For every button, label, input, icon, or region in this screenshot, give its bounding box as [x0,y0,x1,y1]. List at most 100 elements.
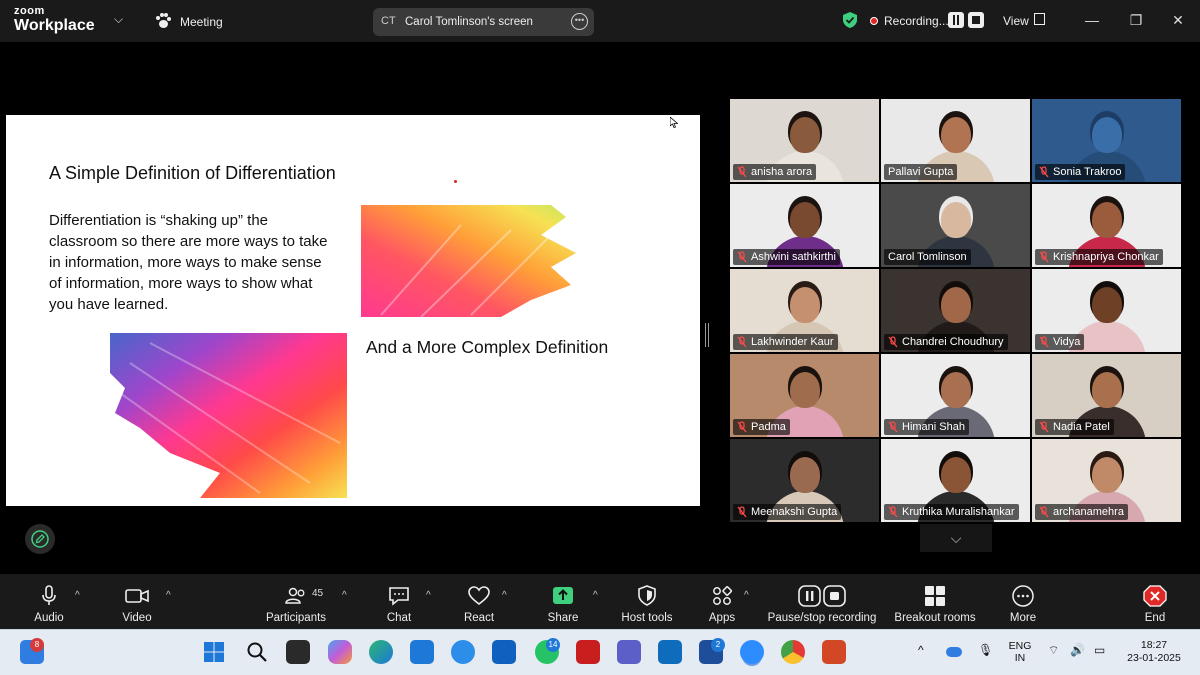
title-bar: zoom Workplace ⌵ Meeting CT Carol Tomlin… [0,0,1200,42]
participant-tile[interactable]: Chandrei Choudhury [881,269,1030,352]
shield-icon[interactable] [842,11,858,29]
zoom-taskbar-icon[interactable] [740,640,764,664]
participant-tile[interactable]: Ashwini sathkirthi [730,184,879,267]
participant-name-text: Lakhwinder Kaur [751,336,834,348]
apps-label: Apps [708,612,736,624]
minimize-icon[interactable]: — [1082,10,1102,30]
participants-button[interactable]: Participants [262,574,330,629]
meeting-label[interactable]: Meeting [180,15,223,29]
pause-stop-recording-button[interactable]: Pause/stop recording [764,574,880,629]
resize-handle[interactable] [705,323,709,347]
recording-dot-icon [870,17,878,25]
pause-recording-button[interactable] [948,12,964,28]
audio-options-caret[interactable]: ^ [75,590,80,601]
restore-icon[interactable]: ❐ [1126,10,1146,30]
view-label[interactable]: View [1003,14,1029,28]
participant-tile[interactable]: Himani Shah [881,354,1030,437]
share-options-caret[interactable]: ^ [593,590,598,601]
participant-name-text: Kruthika Muralishankar [902,506,1015,518]
mouse-cursor-icon [670,117,678,128]
apps-options-caret[interactable]: ^ [744,590,749,601]
outlook-new-icon[interactable] [658,640,682,664]
react-button[interactable]: React [456,574,502,629]
task-view-icon[interactable] [286,640,310,664]
host-tools-button[interactable]: Host tools [616,574,678,629]
participant-face [1092,372,1122,408]
chat-options-caret[interactable]: ^ [426,590,431,601]
paint-stroke-image-2 [110,333,347,498]
battery-icon[interactable]: ▭ [1094,643,1105,657]
participant-name: archanamehra [1035,504,1128,520]
participant-tile[interactable]: Nadia Patel [1032,354,1181,437]
mic-tray-icon[interactable]: 🎙 [978,643,993,657]
participant-name-text: Pallavi Gupta [888,166,954,178]
participant-tile[interactable]: Pallavi Gupta [881,99,1030,182]
chrome-icon[interactable] [781,640,805,664]
end-meeting-button[interactable]: End [1132,574,1178,629]
chat-button[interactable]: Chat [376,574,422,629]
edge-browser-icon[interactable] [369,640,393,664]
participant-face [941,117,971,153]
app-circle-icon[interactable] [451,640,475,664]
video-options-caret[interactable]: ^ [166,590,171,601]
screen-share-pill[interactable]: CT Carol Tomlinson's screen ••• [373,8,594,36]
participant-tile[interactable]: Lakhwinder Kaur [730,269,879,352]
participant-name: Pallavi Gupta [884,164,958,180]
participant-face [941,287,971,323]
participant-name-text: Nadia Patel [1053,421,1110,433]
wifi-icon[interactable]: ⌔ [1048,643,1059,658]
tray-overflow-icon[interactable]: ^ [918,643,924,657]
search-icon[interactable] [245,640,269,664]
host-shield-icon [638,585,656,606]
participants-options-caret[interactable]: ^ [342,590,347,601]
clock[interactable]: 18:27 23-01-2025 [1118,639,1190,665]
participant-tile[interactable]: archanamehra [1032,439,1181,522]
participant-tile[interactable]: Kruthika Muralishankar [881,439,1030,522]
end-icon [1143,585,1167,607]
clock-date: 23-01-2025 [1127,652,1181,664]
share-button[interactable]: Share [540,574,586,629]
apps-button[interactable]: Apps [700,574,744,629]
language-indicator[interactable]: ENG IN [1006,640,1034,664]
participant-tile[interactable]: anisha arora [730,99,879,182]
mcafee-icon[interactable] [576,640,600,664]
more-button[interactable]: More [1000,574,1046,629]
annotate-button[interactable] [25,524,55,554]
video-button[interactable]: Video [110,574,164,629]
gallery-next-page-button[interactable]: ⌵ [920,524,992,552]
pause-recording-label: Pause/stop recording [767,612,877,624]
meeting-toolbar: Audio ^ Video ^ Participants 45 ^ Chat ^… [0,574,1200,629]
participant-tile[interactable]: Sonia Trakroo [1032,99,1181,182]
participant-face [941,457,971,493]
recording-label[interactable]: Recording... [884,14,949,28]
brand-small: zoom [14,5,45,17]
react-options-caret[interactable]: ^ [502,590,507,601]
stop-recording-button[interactable] [968,12,984,28]
store-icon[interactable] [410,640,434,664]
muted-mic-icon [1039,506,1049,518]
react-label: React [463,612,495,624]
participant-tile[interactable]: Vidya [1032,269,1181,352]
outlook-icon[interactable] [492,640,516,664]
participant-tile[interactable]: Meenakshi Gupta [730,439,879,522]
more-options-icon[interactable]: ••• [571,13,588,30]
participant-name: Himani Shah [884,419,969,435]
participant-name-text: Sonia Trakroo [1053,166,1122,178]
participant-name-text: Vidya [1053,336,1081,348]
breakout-rooms-button[interactable]: Breakout rooms [890,574,980,629]
onedrive-icon[interactable] [946,647,962,657]
participant-tile[interactable]: Padma [730,354,879,437]
windows-taskbar: 8 14 2 ^ 🎙 ENG IN ⌔ 🔊 ▭ 18:27 23-01-2025 [0,629,1200,675]
chevron-down-icon[interactable]: ⌵ [114,12,123,27]
close-icon[interactable]: ✕ [1168,10,1188,30]
copilot-icon[interactable] [328,640,352,664]
volume-icon[interactable]: 🔊 [1070,643,1085,657]
view-grid-icon[interactable] [1034,13,1045,25]
windows-start-icon[interactable] [202,640,226,664]
participant-tile[interactable]: Krishnapriya Chonkar [1032,184,1181,267]
apps-icon [713,586,733,605]
powerpoint-icon[interactable] [822,640,846,664]
audio-button[interactable]: Audio [22,574,76,629]
participant-tile[interactable]: Carol Tomlinson [881,184,1030,267]
teams-icon[interactable] [617,640,641,664]
